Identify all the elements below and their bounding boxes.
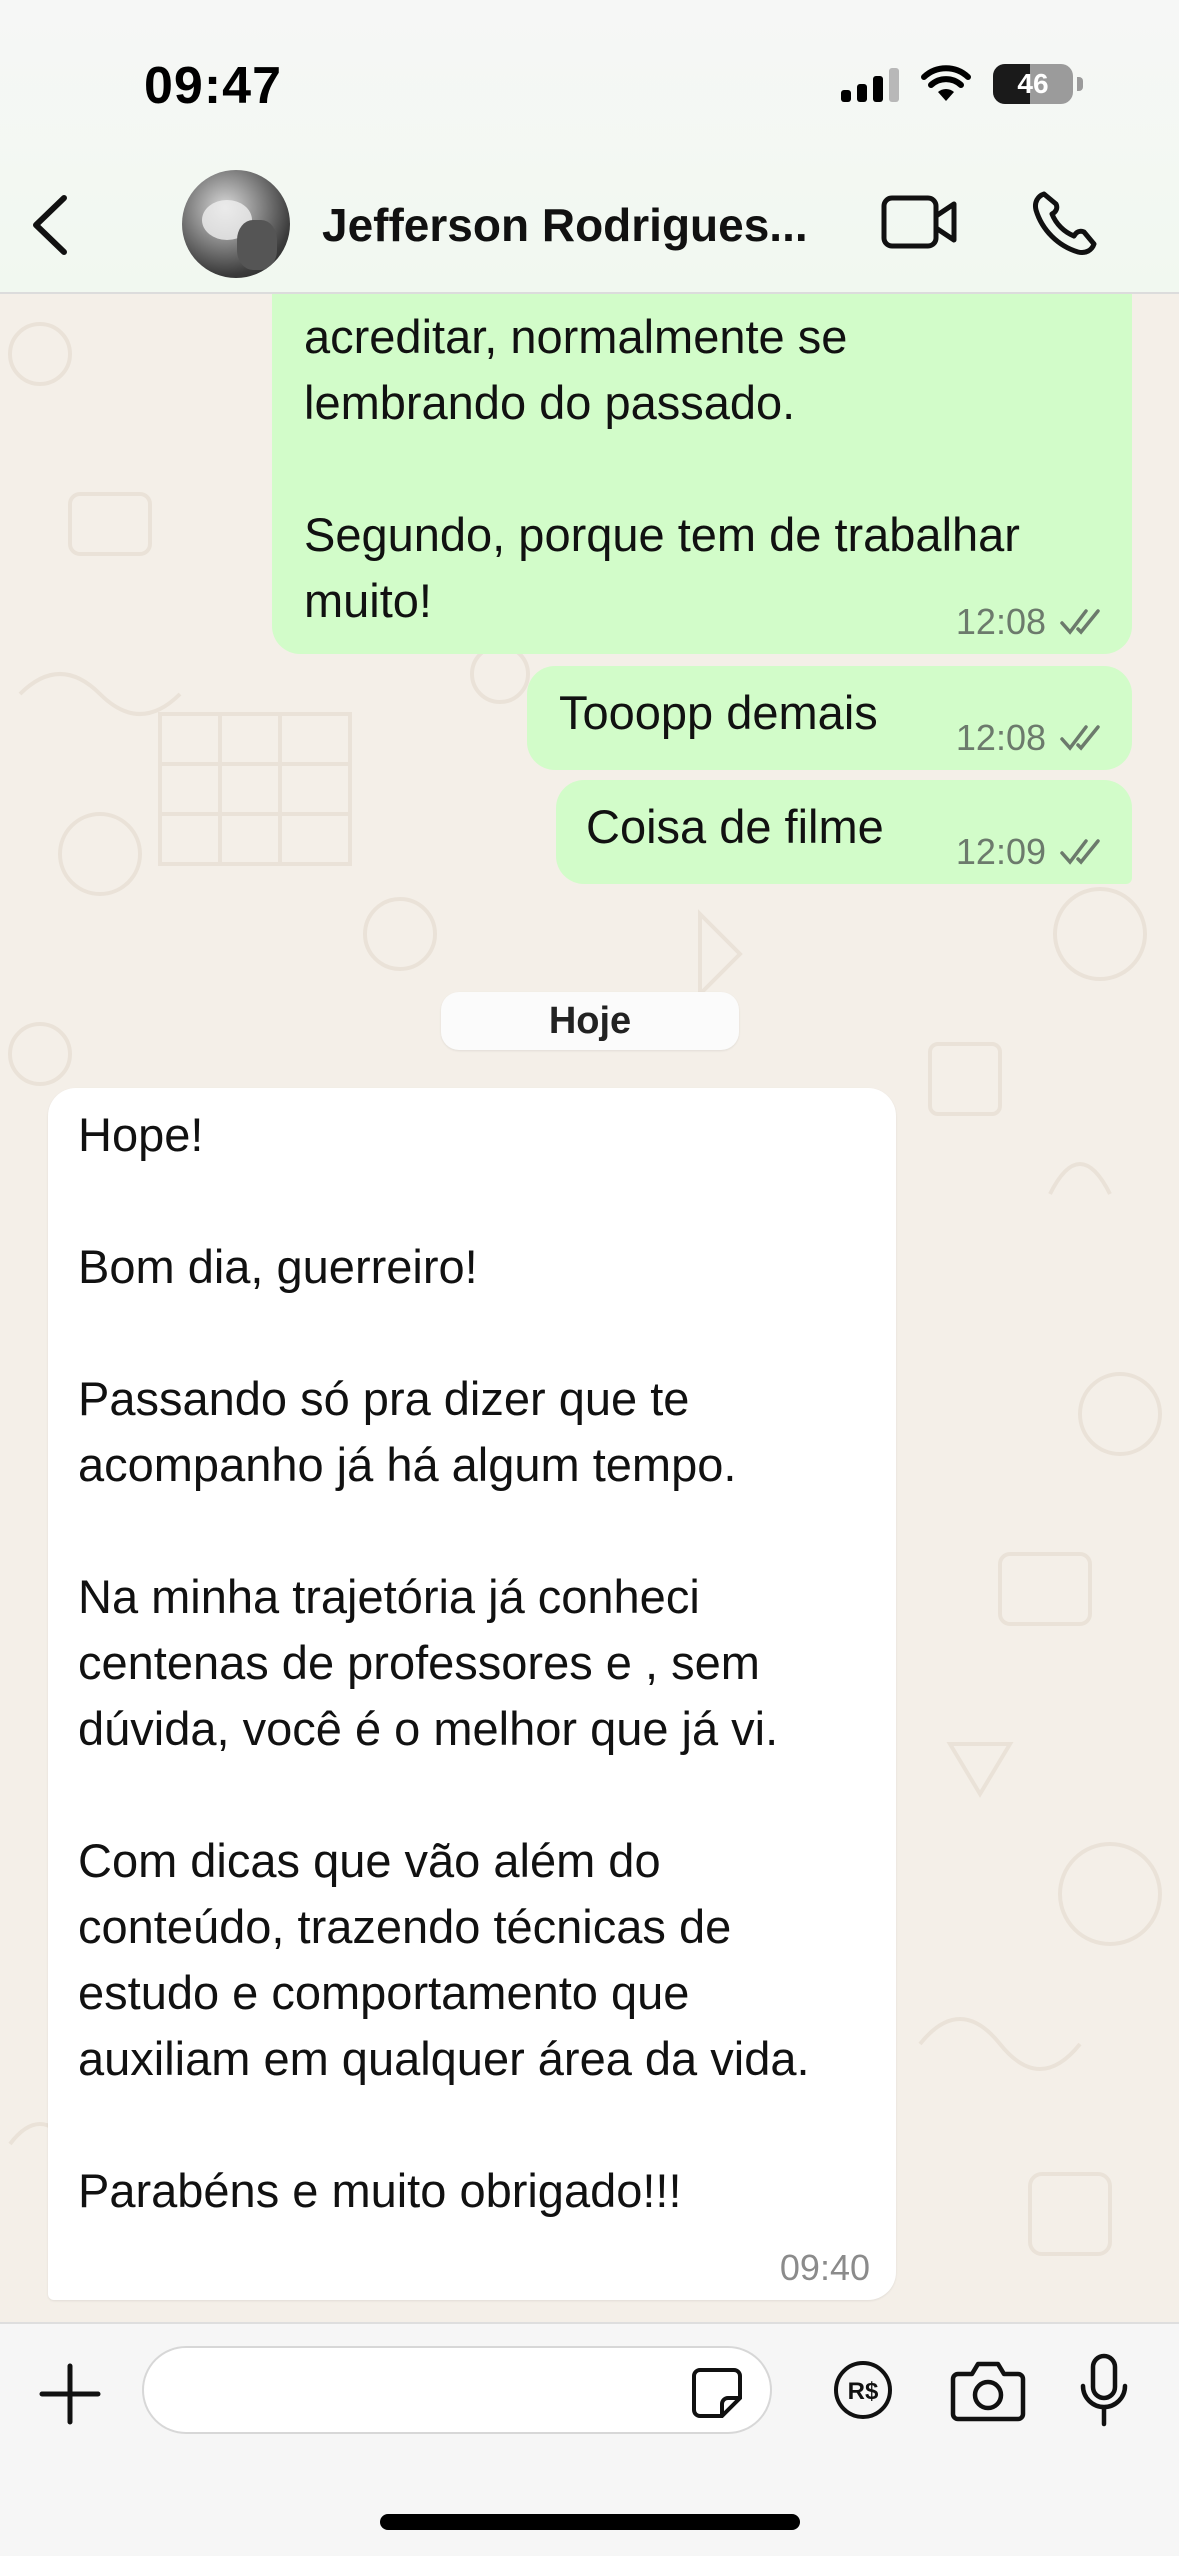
- double-check-icon: [1060, 725, 1100, 751]
- message-bubble-outgoing[interactable]: acreditar, normalmente se lembrando do p…: [272, 294, 1132, 654]
- attach-button[interactable]: [36, 2360, 104, 2428]
- video-camera-icon: [881, 195, 957, 249]
- payment-button[interactable]: R$: [832, 2359, 894, 2421]
- chat-area[interactable]: acreditar, normalmente se lembrando do p…: [0, 294, 1179, 2322]
- microphone-button[interactable]: [1078, 2352, 1130, 2428]
- double-check-icon: [1060, 839, 1100, 865]
- message-bubble-outgoing[interactable]: Coisa de filme 12:09: [556, 780, 1132, 884]
- battery-percentage: 46: [1017, 68, 1049, 99]
- message-time: 12:08: [955, 601, 1046, 642]
- message-bubble-incoming[interactable]: Hope! Bom dia, guerreiro! Passando só pr…: [48, 1088, 896, 2300]
- home-indicator[interactable]: [380, 2514, 800, 2530]
- camera-icon: [950, 2361, 1026, 2422]
- svg-text:R$: R$: [848, 2378, 879, 2405]
- video-call-button[interactable]: [880, 192, 960, 252]
- status-time: 09:47: [144, 57, 282, 115]
- chat-header: 09:47 46 Jefferson Rodrigues...: [0, 0, 1179, 294]
- battery-tip: [1077, 77, 1083, 91]
- back-button[interactable]: [20, 185, 80, 265]
- phone-icon: [1033, 191, 1097, 255]
- camera-button[interactable]: [950, 2358, 1026, 2422]
- voice-call-button[interactable]: [1030, 188, 1100, 258]
- message-meta: 12:08: [956, 718, 1106, 758]
- message-text: Coisa de filme: [586, 800, 884, 853]
- message-time: 12:08: [955, 717, 1046, 758]
- message-time: 12:09: [955, 831, 1046, 872]
- message-text: Tooopp demais: [559, 686, 878, 739]
- contact-avatar[interactable]: [182, 170, 290, 278]
- whatsapp-chat-screen: 09:47 46 Jefferson Rodrigues... acredita…: [0, 0, 1179, 2556]
- message-meta: 09:40: [780, 2248, 870, 2288]
- chevron-left-icon: [33, 195, 67, 255]
- message-input-container[interactable]: [142, 2346, 772, 2434]
- microphone-icon: [1080, 2353, 1128, 2427]
- message-time: 09:40: [779, 2247, 870, 2288]
- sticker-icon[interactable]: [690, 2366, 744, 2420]
- message-meta: 12:08: [956, 602, 1106, 642]
- message-meta: 12:09: [956, 832, 1106, 872]
- payment-icon: R$: [834, 2361, 892, 2419]
- double-check-icon: [1060, 609, 1100, 635]
- message-text: acreditar, normalmente se lembrando do p…: [304, 310, 1020, 627]
- status-icons: 46: [841, 64, 1083, 104]
- message-bubble-outgoing[interactable]: Tooopp demais 12:08: [527, 666, 1132, 770]
- message-input[interactable]: [174, 2362, 694, 2420]
- wifi-icon: [921, 65, 971, 101]
- contact-name[interactable]: Jefferson Rodrigues...: [322, 198, 808, 252]
- battery-icon: 46: [993, 64, 1073, 104]
- cellular-signal-icon: [841, 66, 899, 102]
- plus-icon: [39, 2363, 101, 2425]
- day-separator: Hoje: [441, 992, 739, 1050]
- message-text: Hope! Bom dia, guerreiro! Passando só pr…: [78, 1108, 810, 2217]
